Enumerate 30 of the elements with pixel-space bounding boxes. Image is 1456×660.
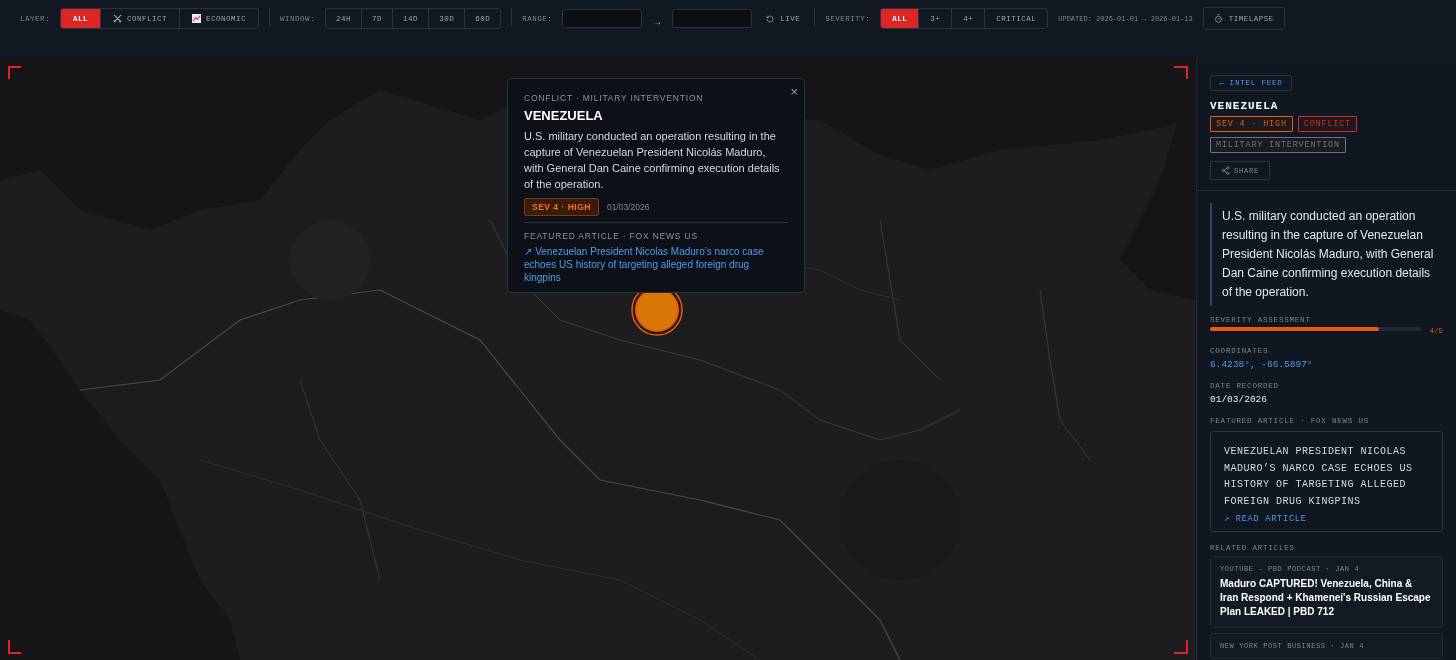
- tag: CONFLICT: [1297, 116, 1358, 132]
- event-date: 01/03/2026: [606, 202, 650, 212]
- article-link[interactable]: ↗ Venezuelan President Nicolas Maduro’s narco case echoes US history of targeting alleged foreign drug kingpins: [524, 245, 788, 284]
- swords-icon: [113, 14, 123, 23]
- event-description: U.S. military conducted an operation resulting in the capture of Venezuelan President Nicolás Maduro, with General Dan Caine confirming execution details of the operation.: [524, 129, 781, 192]
- date-text: 01/03/2026: [1210, 394, 1268, 405]
- panel-title: VENEZUELA: [1210, 101, 1279, 112]
- date-input[interactable]: [672, 9, 753, 28]
- arrow-text: →: [652, 16, 663, 27]
- timer-icon: [1213, 14, 1223, 23]
- featured-label: FEATURED ARTICLE · FOX NEWS US: [524, 231, 699, 241]
- corner-bracket-icon: [1174, 66, 1188, 80]
- chart-icon: [192, 14, 202, 23]
- coordinates-text: 6.4238°, -66.5897°: [1210, 359, 1314, 370]
- corner-bracket-icon: [8, 66, 22, 80]
- tag: SEV 4 · HIGH: [1210, 116, 1293, 132]
- tag: MILITARY INTERVENTION: [1210, 137, 1346, 153]
- refresh-icon: [766, 14, 775, 23]
- severity-badge: SEV 4 · HIGH: [524, 198, 599, 216]
- date-input[interactable]: [562, 9, 643, 28]
- event-description: U.S. military conducted an operation resulting in the capture of Venezuelan President Nicolás Maduro, with General Dan Caine confirming execution details of the operation.: [1210, 203, 1443, 306]
- read-article-link[interactable]: ↗ READ ARTICLE: [1224, 513, 1429, 524]
- article-headline: VENEZUELAN PRESIDENT NICOLAS MADURO’S NARCO CASE ECHOES US HISTORY OF TARGETING ALLEGED FOREIGN DRUG KINGPINS: [1224, 445, 1414, 509]
- corner-bracket-icon: [1174, 640, 1188, 654]
- category-text: CONFLICT · MILITARY INTERVENTION: [524, 93, 705, 103]
- share-icon: [1221, 166, 1230, 175]
- corner-bracket-icon: [8, 640, 22, 654]
- article-title: Maduro CAPTURED! Venezuela, China & Iran Respond + Khamenei's Russian Escape Plan LEAKED | PBD 712: [1220, 577, 1432, 619]
- popup-title: VENEZUELA: [524, 108, 604, 123]
- close-button[interactable]: ×: [790, 85, 798, 98]
